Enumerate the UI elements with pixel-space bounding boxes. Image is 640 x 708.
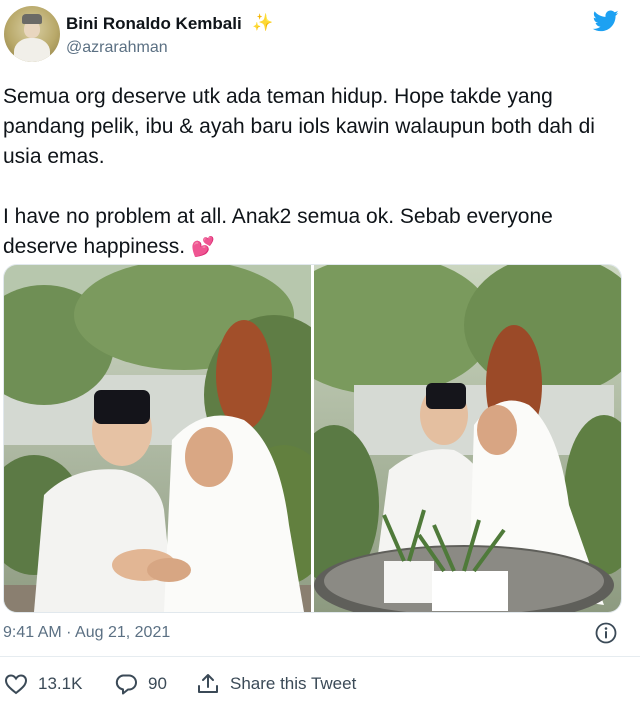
user-handle[interactable]: @azrarahman bbox=[66, 39, 168, 57]
sparkle-emoji: ✨ bbox=[252, 13, 274, 32]
photo-couple-seated-image bbox=[314, 265, 621, 612]
like-count: 13.1K bbox=[38, 674, 83, 693]
tweet-media[interactable] bbox=[3, 264, 622, 613]
tweet-timestamp[interactable]: 9:41 AM · Aug 21, 2021 bbox=[3, 624, 170, 642]
tweet-text: Semua org deserve utk ada teman hidup. H… bbox=[3, 82, 633, 263]
heart-icon bbox=[4, 674, 28, 695]
reply-count: 90 bbox=[148, 674, 167, 693]
avatar-hat bbox=[22, 14, 42, 24]
twitter-bird-icon[interactable] bbox=[591, 8, 621, 34]
tweet-paragraph-2: I have no problem at all. Anak2 semua ok… bbox=[3, 202, 633, 263]
share-label: Share this Tweet bbox=[230, 674, 357, 693]
tweet-paragraph-1: Semua org deserve utk ada teman hidup. H… bbox=[3, 85, 595, 168]
divider bbox=[0, 656, 640, 657]
tweet-paragraph-2-text: I have no problem at all. Anak2 semua ok… bbox=[3, 205, 553, 258]
info-icon[interactable] bbox=[595, 622, 617, 644]
avatar-body bbox=[14, 38, 50, 62]
photo-couple-ring-image bbox=[4, 265, 311, 612]
tweet-actions: 13.1K 90 Share this Tweet bbox=[0, 668, 640, 700]
reply-button[interactable]: 90 bbox=[114, 668, 167, 700]
like-button[interactable]: 13.1K bbox=[4, 668, 82, 700]
two-hearts-emoji: 💕 bbox=[190, 237, 215, 258]
display-name[interactable]: Bini Ronaldo Kembali bbox=[66, 14, 242, 34]
share-button[interactable]: Share this Tweet bbox=[196, 668, 356, 700]
profile-avatar[interactable] bbox=[4, 6, 60, 62]
photo-couple-ring[interactable] bbox=[4, 265, 311, 612]
photo-couple-seated[interactable] bbox=[314, 265, 621, 612]
share-icon bbox=[198, 674, 218, 693]
reply-icon bbox=[115, 674, 137, 695]
tweet-header: Bini Ronaldo Kembali ✨ @azrarahman bbox=[0, 0, 640, 66]
